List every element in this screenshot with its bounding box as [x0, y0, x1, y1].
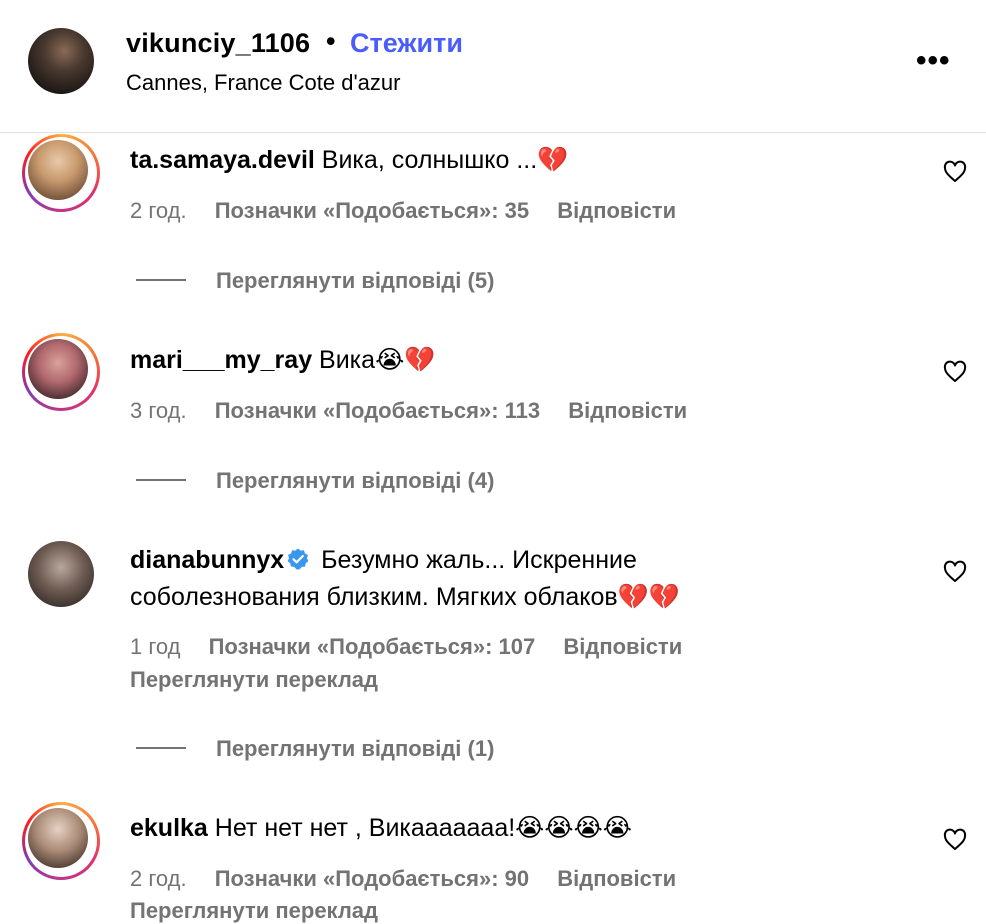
comment-meta: 3 год. Позначки «Подобається»: 113 Відпо…: [130, 398, 709, 424]
reply-button[interactable]: Відповісти: [557, 866, 676, 891]
heart-icon[interactable]: [943, 360, 967, 384]
comment-time: 1 год: [130, 634, 181, 659]
commenter-avatar[interactable]: [22, 802, 100, 880]
commenter-avatar[interactable]: [22, 134, 100, 212]
heart-icon[interactable]: [943, 560, 967, 584]
comment-meta: 2 год. Позначки «Подобається»: 90 Відпов…: [130, 866, 698, 892]
reply-button[interactable]: Відповісти: [563, 634, 682, 659]
commenter-username[interactable]: ta.samaya.devil: [130, 146, 315, 174]
comment-time: 3 год.: [130, 398, 187, 423]
commenter-username[interactable]: ekulka: [130, 814, 208, 842]
commenter-avatar[interactable]: [22, 333, 100, 411]
likes-count[interactable]: Позначки «Подобається»: 113: [215, 398, 540, 423]
comment-text: Вика😭💔: [319, 346, 436, 374]
commenter-username[interactable]: mari___my_ray: [130, 346, 312, 374]
follow-button[interactable]: Стежити: [350, 28, 463, 59]
comment-text-line2: соболезнования близким. Мягких облаков💔💔: [130, 583, 680, 611]
likes-count[interactable]: Позначки «Подобається»: 35: [215, 198, 529, 223]
header-separator: •: [326, 26, 336, 56]
view-replies-label: Переглянути відповіді (4): [216, 468, 495, 493]
comment-text: Вика, солнышко ...💔: [321, 146, 569, 174]
comment-text: Нет нет нет , Викааааааа!😭😭😭😭: [214, 814, 633, 842]
see-translation-button[interactable]: Переглянути переклад: [130, 898, 378, 924]
comment-time: 2 год.: [130, 866, 187, 891]
comment-time: 2 год.: [130, 198, 187, 223]
view-replies-button[interactable]: Переглянути відповіді (5): [136, 268, 494, 294]
replies-divider: [136, 279, 186, 282]
see-translation-button[interactable]: Переглянути переклад: [130, 667, 378, 693]
view-replies-button[interactable]: Переглянути відповіді (1): [136, 736, 494, 762]
author-avatar[interactable]: [28, 28, 94, 94]
heart-icon[interactable]: [943, 160, 967, 184]
comment-body: mari___my_ray Вика😭💔: [130, 342, 890, 379]
more-icon[interactable]: •••: [916, 46, 951, 76]
likes-count[interactable]: Позначки «Подобається»: 107: [209, 634, 536, 659]
replies-divider: [136, 479, 186, 482]
comment-text-line1: Безумно жаль... Искренние: [321, 546, 637, 574]
likes-count[interactable]: Позначки «Подобається»: 90: [215, 866, 529, 891]
view-replies-button[interactable]: Переглянути відповіді (4): [136, 468, 494, 494]
comment-meta: 1 год Позначки «Подобається»: 107 Відпов…: [130, 634, 704, 660]
reply-button[interactable]: Відповісти: [557, 198, 676, 223]
heart-icon[interactable]: [943, 828, 967, 852]
comment-body: ekulka Нет нет нет , Викааааааа!😭😭😭😭: [130, 810, 890, 847]
reply-button[interactable]: Відповісти: [568, 398, 687, 423]
comment-meta: 2 год. Позначки «Подобається»: 35 Відпов…: [130, 198, 698, 224]
author-username[interactable]: vikunciy_1106: [126, 28, 310, 59]
comment-body: dianabunnyx Безумно жаль... Искренние со…: [130, 542, 890, 616]
replies-divider: [136, 747, 186, 750]
view-replies-label: Переглянути відповіді (5): [216, 268, 495, 293]
post-header: vikunciy_1106 • Стежити Cannes, France C…: [0, 0, 986, 133]
commenter-username[interactable]: dianabunnyx: [130, 546, 284, 574]
commenter-avatar[interactable]: [28, 541, 94, 607]
view-replies-label: Переглянути відповіді (1): [216, 736, 495, 761]
comment-body: ta.samaya.devil Вика, солнышко ...💔: [130, 142, 890, 179]
verified-icon: [287, 548, 309, 570]
post-location[interactable]: Cannes, France Cote d'azur: [126, 70, 400, 96]
